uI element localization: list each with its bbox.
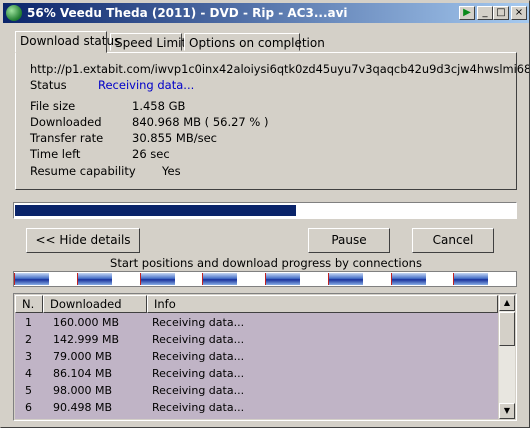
transfer-rate-label: Transfer rate: [30, 131, 104, 145]
row-number: 6: [25, 401, 32, 414]
scroll-up-icon[interactable]: ▲: [499, 295, 515, 311]
table-row[interactable]: 3 79.000 MB Receiving data...: [15, 348, 498, 365]
download-status-panel: http://p1.extabit.com/iwvp1c0inx42aloiys…: [15, 52, 529, 190]
connection-start-marker: [14, 273, 15, 285]
cancel-button[interactable]: Cancel: [412, 228, 494, 253]
row-downloaded: 79.000 MB: [53, 350, 113, 363]
connection-segment: [391, 273, 426, 285]
download-url: http://p1.extabit.com/iwvp1c0inx42aloiys…: [30, 62, 529, 76]
row-info: Receiving data...: [152, 350, 245, 363]
time-left-value: 26 sec: [132, 147, 170, 161]
transfer-rate-value: 30.855 MB/sec: [132, 131, 217, 145]
column-header-number[interactable]: N.: [15, 295, 43, 313]
status-label: Status: [30, 78, 67, 92]
connection-segment: [328, 273, 363, 285]
connection-start-marker: [265, 273, 266, 285]
downloaded-value: 840.968 MB ( 56.27 % ): [132, 115, 269, 129]
row-info: Receiving data...: [152, 384, 245, 397]
tab-options-on-completion[interactable]: Options on completion: [184, 33, 325, 51]
connection-segment: [140, 273, 175, 285]
table-row[interactable]: 6 90.498 MB Receiving data...: [15, 399, 498, 416]
file-size-value: 1.458 GB: [132, 99, 186, 113]
status-value: Receiving data...: [98, 78, 195, 92]
table-header: N. Downloaded Info: [15, 295, 498, 313]
table-body: 1 160.000 MB Receiving data... 2 142.999…: [15, 313, 498, 419]
connection-segment: [453, 273, 488, 285]
connection-start-marker: [453, 273, 454, 285]
tab-download-status[interactable]: Download status: [15, 31, 120, 53]
table-row[interactable]: 1 160.000 MB Receiving data...: [15, 314, 498, 331]
download-window: 56% Veedu Theda (2011) - DVD - Rip - AC3…: [0, 0, 530, 428]
hide-details-button[interactable]: << Hide details: [26, 228, 140, 253]
table-row[interactable]: 2 142.999 MB Receiving data...: [15, 331, 498, 348]
vertical-scrollbar[interactable]: ▲ ▼: [499, 295, 515, 419]
row-info: Receiving data...: [152, 367, 245, 380]
connections-title: Start positions and download progress by…: [110, 256, 422, 270]
connections-progress-bar: [13, 271, 517, 287]
connection-segment: [202, 273, 237, 285]
app-icon: [6, 5, 22, 21]
maximize-button[interactable]: □: [493, 6, 509, 20]
time-left-label: Time left: [30, 147, 81, 161]
row-downloaded: 160.000 MB: [53, 316, 120, 329]
minimize-button[interactable]: _: [477, 6, 493, 20]
column-header-downloaded[interactable]: Downloaded: [43, 295, 147, 313]
connection-start-marker: [77, 273, 78, 285]
window-title: 56% Veedu Theda (2011) - DVD - Rip - AC3…: [27, 6, 348, 20]
title-bar[interactable]: 56% Veedu Theda (2011) - DVD - Rip - AC3…: [3, 3, 529, 23]
table-row[interactable]: 5 98.000 MB Receiving data...: [15, 382, 498, 399]
connection-start-marker: [328, 273, 329, 285]
row-downloaded: 142.999 MB: [53, 333, 120, 346]
row-number: 3: [25, 350, 32, 363]
tab-speed-limiter[interactable]: Speed Limiter: [110, 33, 199, 51]
play-icon[interactable]: ▶: [459, 6, 475, 20]
connection-segment: [265, 273, 300, 285]
row-number: 2: [25, 333, 32, 346]
connection-segment: [77, 273, 112, 285]
file-size-label: File size: [30, 99, 76, 113]
connection-start-marker: [202, 273, 203, 285]
row-number: 1: [25, 316, 32, 329]
downloaded-label: Downloaded: [30, 115, 102, 129]
row-downloaded: 86.104 MB: [53, 367, 113, 380]
close-button[interactable]: ×: [511, 6, 527, 20]
connections-table[interactable]: N. Downloaded Info 1 160.000 MB Receivin…: [13, 293, 517, 421]
row-info: Receiving data...: [152, 401, 245, 414]
row-number: 5: [25, 384, 32, 397]
pause-button[interactable]: Pause: [308, 228, 390, 253]
column-header-info[interactable]: Info: [147, 295, 498, 313]
resume-capability-label: Resume capability: [30, 164, 136, 178]
scroll-thumb[interactable]: [499, 312, 515, 346]
row-downloaded: 98.000 MB: [53, 384, 113, 397]
scroll-down-icon[interactable]: ▼: [499, 403, 515, 419]
row-info: Receiving data...: [152, 316, 245, 329]
row-number: 4: [25, 367, 32, 380]
download-progress-bar: [13, 202, 517, 219]
resume-capability-value: Yes: [162, 164, 181, 178]
table-row[interactable]: 4 86.104 MB Receiving data...: [15, 365, 498, 382]
progress-fill: [15, 205, 296, 216]
connection-start-marker: [140, 273, 141, 285]
connection-segment: [14, 273, 49, 285]
row-downloaded: 90.498 MB: [53, 401, 113, 414]
connection-start-marker: [391, 273, 392, 285]
row-info: Receiving data...: [152, 333, 245, 346]
